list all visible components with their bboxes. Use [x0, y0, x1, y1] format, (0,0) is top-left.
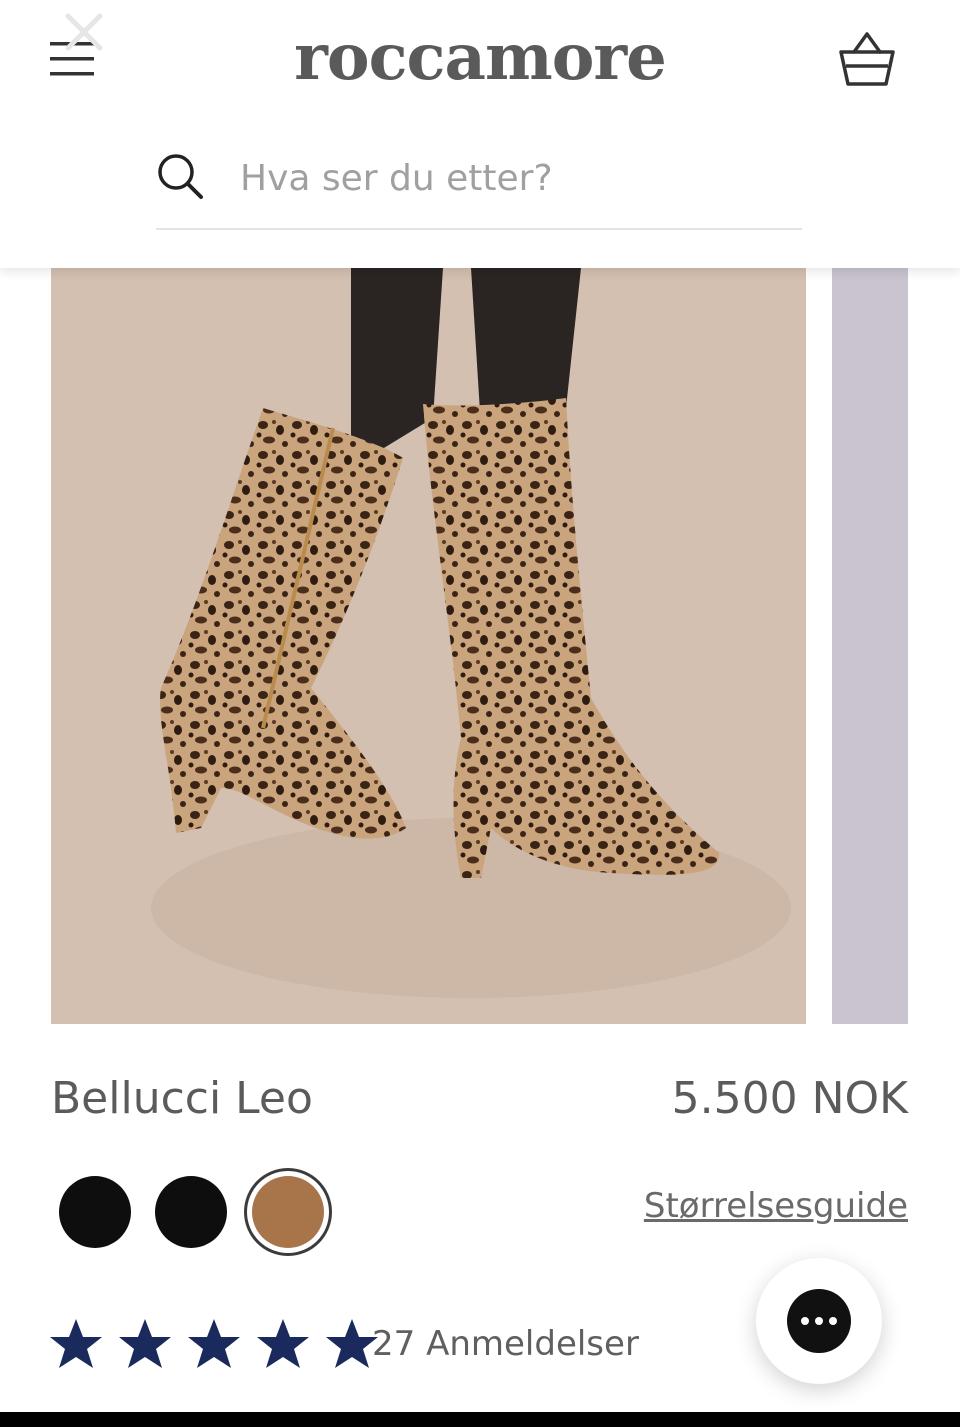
color-swatch-black-2[interactable]	[155, 1176, 227, 1248]
star-icon	[50, 1319, 102, 1368]
chat-bubble-icon[interactable]	[756, 1258, 882, 1384]
color-swatch-black-1[interactable]	[59, 1176, 131, 1248]
search-input[interactable]	[240, 148, 780, 208]
search-bar	[156, 142, 802, 230]
bottom-bar	[0, 1412, 960, 1427]
star-icon	[188, 1319, 241, 1368]
reviews-link[interactable]: 27 Anmeldelser	[372, 1320, 639, 1368]
product-price: 5.500 NOK	[671, 1073, 908, 1124]
site-header: roccamore	[0, 0, 960, 268]
site-logo[interactable]: roccamore	[0, 18, 960, 98]
color-swatch-leopard[interactable]	[252, 1176, 324, 1248]
size-guide-link[interactable]: Størrelsesguide	[644, 1184, 908, 1228]
search-icon[interactable]	[156, 152, 204, 200]
basket-icon[interactable]	[836, 30, 898, 90]
product-image[interactable]	[51, 268, 806, 1024]
star-icon	[119, 1319, 172, 1368]
star-icon	[257, 1319, 310, 1368]
leopard-boots-photo	[51, 268, 806, 1024]
next-product-image[interactable]	[832, 268, 908, 1024]
chat-dots	[787, 1289, 851, 1353]
product-name: Bellucci Leo	[51, 1073, 313, 1124]
star-rating	[48, 1316, 388, 1372]
